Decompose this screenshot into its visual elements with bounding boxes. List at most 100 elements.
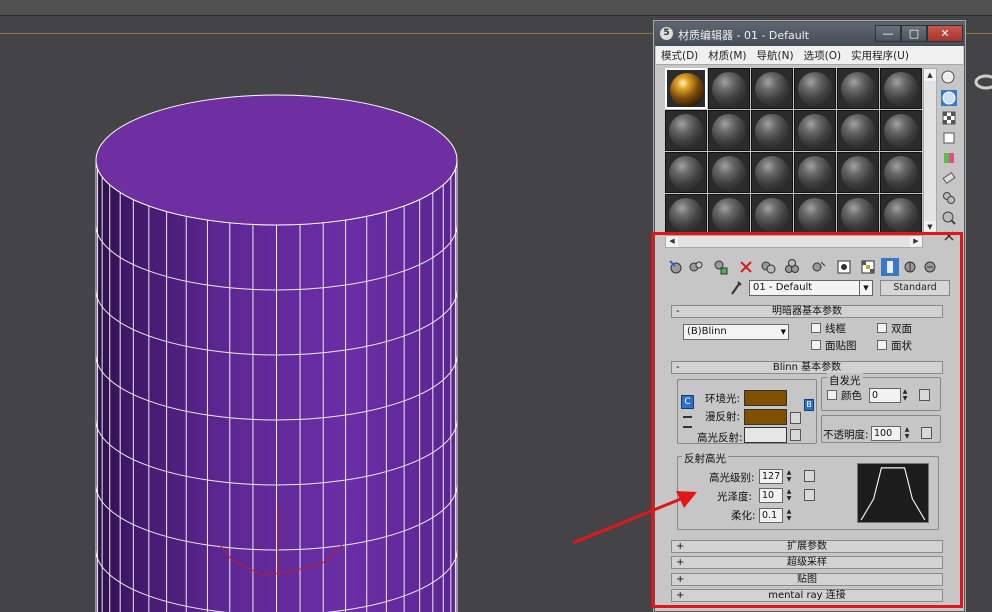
go-to-parent-icon[interactable] [901,258,919,276]
show-map-in-viewport-icon[interactable] [859,258,877,276]
lock-ambient-diffuse-icon[interactable]: C [681,395,694,409]
diffuse-color-swatch[interactable] [744,409,787,425]
put-to-library-icon[interactable] [809,258,827,276]
soften-input[interactable]: 0.1 [759,508,783,523]
diffuse-map-button[interactable] [790,412,801,424]
assign-material-to-selection-icon[interactable] [711,258,729,276]
mental-ray-connection-rollout[interactable]: + mental ray 连接 [671,589,943,602]
select-by-material-icon[interactable] [941,210,957,226]
put-material-to-scene-icon[interactable] [687,258,705,276]
self-illum-value-input[interactable]: 0 [869,388,901,403]
glossiness-spinner-icon[interactable]: ▲ ▼ [785,488,793,503]
material-sample-slot[interactable] [751,194,793,235]
close-button[interactable]: ✕ [927,25,963,42]
material-options-icon[interactable] [941,190,957,206]
two-sided-checkbox[interactable] [877,323,887,333]
lock-diffuse-specular-icon[interactable] [683,416,692,428]
material-sample-slot[interactable] [837,152,879,193]
slots-horizontal-scrollbar[interactable]: ◀ ▶ [665,235,923,248]
opacity-value-input[interactable]: 100 [871,426,901,441]
video-color-check-icon[interactable] [941,150,957,166]
scroll-left-arrow-icon[interactable]: ◀ [666,236,678,247]
background-checker-icon[interactable] [941,110,957,126]
material-sample-slot[interactable] [880,68,922,109]
menu-navigation[interactable]: 导航(N) [752,48,799,63]
rollout-collapse-sign: - [676,306,680,317]
specular-level-input[interactable]: 127 [759,469,783,484]
glossiness-input[interactable]: 10 [759,488,783,503]
material-sample-slot[interactable] [665,110,707,151]
material-sample-slot[interactable] [751,68,793,109]
material-sample-slot[interactable] [665,194,707,235]
material-sample-slot[interactable] [665,68,707,109]
backlight-icon[interactable] [941,90,957,106]
sample-type-icon[interactable] [941,70,957,86]
material-sample-slot[interactable] [880,194,922,235]
ambient-map-lock-icon[interactable]: B [804,399,814,411]
extended-params-rollout[interactable]: + 扩展参数 [671,540,943,553]
material-sample-slot[interactable] [837,68,879,109]
specular-color-swatch[interactable] [744,427,787,443]
material-sample-slot[interactable] [880,110,922,151]
reset-material-icon[interactable] [737,258,755,276]
specular-level-spinner-icon[interactable]: ▲ ▼ [785,469,793,484]
self-illum-spinner-arrows-icon[interactable]: ▲ ▼ [901,388,909,403]
scroll-right-arrow-icon[interactable]: ▶ [910,236,922,247]
go-forward-to-sibling-icon[interactable] [921,258,939,276]
get-material-icon[interactable] [667,258,685,276]
menu-modes[interactable]: 模式(D) [656,48,703,63]
opacity-spinner-arrows-icon[interactable]: ▲ ▼ [903,426,911,441]
specular-level-map-button[interactable] [804,470,815,482]
material-sample-slot[interactable] [708,68,750,109]
slots-vertical-scrollbar[interactable]: ▲ ▼ [923,68,937,234]
material-sample-slot[interactable] [751,152,793,193]
show-end-result-icon[interactable] [881,258,899,276]
menu-material[interactable]: 材质(M) [703,48,751,63]
uv-tiling-icon[interactable] [941,130,957,146]
eyedropper-icon[interactable] [729,280,743,296]
self-illum-map-button[interactable] [919,389,930,401]
material-sample-slot[interactable] [708,194,750,235]
material-sample-slot[interactable] [794,68,836,109]
menu-utilities[interactable]: 实用程序(U) [846,48,914,63]
material-sample-slot[interactable] [708,110,750,151]
face-map-checkbox[interactable] [811,340,821,350]
cylinder-object[interactable] [0,0,660,612]
material-sample-slot[interactable] [794,194,836,235]
self-illum-color-checkbox[interactable] [827,390,837,400]
glossiness-map-button[interactable] [804,489,815,501]
chevron-down-icon[interactable]: ▼ [859,280,873,296]
material-sample-slot[interactable] [708,152,750,193]
supersampling-rollout[interactable]: + 超级采样 [671,556,943,569]
minimize-button[interactable]: — [875,25,901,42]
material-sample-slot[interactable] [837,194,879,235]
blinn-basic-params-rollout[interactable]: - Blinn 基本参数 [671,361,943,374]
material-sample-slot[interactable] [794,110,836,151]
make-material-copy-icon[interactable] [759,258,777,276]
material-name-field[interactable]: 01 - Default [749,280,873,296]
make-preview-icon[interactable] [941,170,957,186]
shader-basic-params-rollout[interactable]: - 明暗器基本参数 [671,305,943,318]
maximize-button[interactable]: □ [901,25,927,42]
menu-options[interactable]: 选项(O) [799,48,846,63]
opacity-map-button[interactable] [921,427,932,439]
scroll-down-arrow-icon[interactable]: ▼ [924,221,936,233]
material-sample-slot[interactable] [837,110,879,151]
scroll-up-arrow-icon[interactable]: ▲ [924,69,936,81]
material-sample-slot[interactable] [665,152,707,193]
wire-checkbox[interactable] [811,323,821,333]
make-unique-icon[interactable] [783,258,801,276]
material-sample-slot[interactable] [751,110,793,151]
ambient-color-swatch[interactable] [744,390,787,406]
shader-type-dropdown[interactable]: (B)Blinn ▼ [683,324,789,340]
material-type-button[interactable]: Standard [880,280,950,296]
title-bar[interactable]: 5 材质编辑器 - 01 - Default — □ ✕ [655,22,964,46]
faceted-checkbox[interactable] [877,340,887,350]
material-sample-slot[interactable] [794,152,836,193]
soften-spinner-icon[interactable]: ▲ ▼ [785,508,793,523]
specular-map-button[interactable] [790,429,801,441]
maps-rollout[interactable]: + 贴图 [671,573,943,586]
material-sample-slot[interactable] [880,152,922,193]
material-map-navigator-icon[interactable] [941,228,957,244]
material-id-channel-icon[interactable] [835,258,853,276]
